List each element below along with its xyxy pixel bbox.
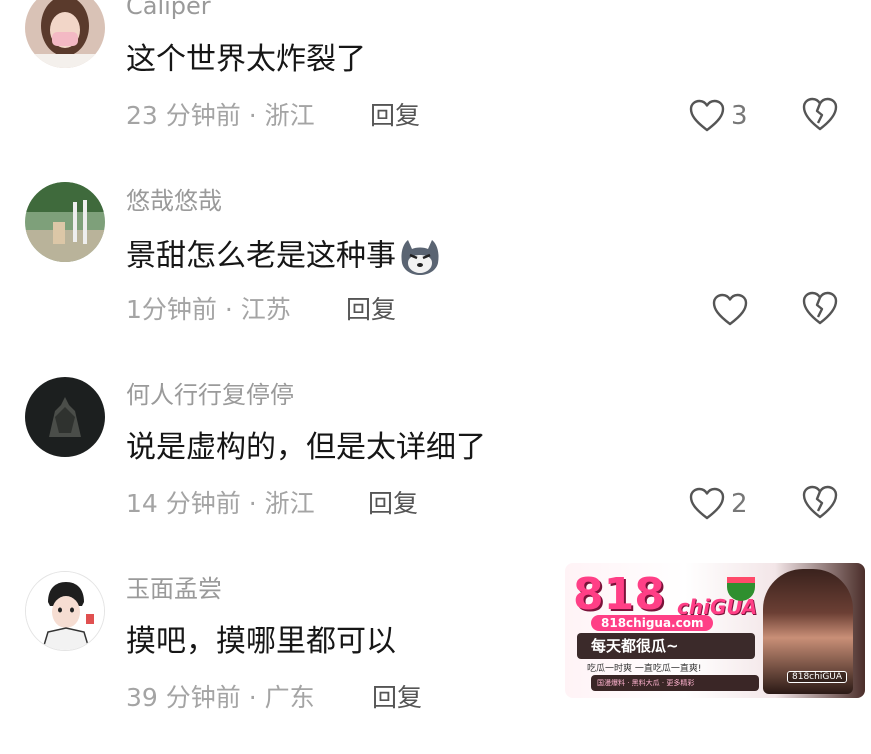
ad-url: 818chigua.com — [591, 615, 714, 631]
like-button[interactable] — [712, 290, 754, 330]
avatar[interactable] — [25, 571, 105, 651]
broken-heart-icon — [802, 97, 838, 131]
like-button[interactable]: 3 — [689, 96, 748, 136]
comment-meta: 1分钟前 · 江苏 — [126, 295, 291, 324]
dislike-button[interactable] — [801, 484, 841, 524]
username[interactable]: 悠哉悠哉 — [126, 189, 222, 213]
avatar[interactable] — [25, 0, 105, 68]
like-count: 3 — [731, 101, 748, 131]
comment-meta: 23 分钟前 · 浙江 — [126, 101, 315, 130]
ad-banner[interactable]: 818 chiGUA 818chigua.com 每天都很瓜~ 吃瓜一时爽 一直… — [565, 563, 865, 698]
ad-subline: 吃瓜一时爽 一直吃瓜一直爽! — [587, 664, 702, 674]
comment-text: 摸吧，摸哪里都可以 — [126, 624, 396, 659]
reply-button[interactable]: 回复 — [372, 685, 422, 710]
like-count: 2 — [731, 489, 748, 519]
heart-icon — [689, 487, 725, 520]
like-button[interactable]: 2 — [689, 484, 748, 524]
heart-icon — [712, 293, 748, 326]
reply-button[interactable]: 回复 — [346, 297, 396, 322]
comment-text: 这个世界太炸裂了 — [126, 42, 366, 77]
comment-meta: 39 分钟前 · 广东 — [126, 683, 315, 712]
broken-heart-icon — [802, 485, 838, 519]
avatar[interactable] — [25, 377, 105, 457]
comment-text-body: 景甜怎么老是这种事 — [126, 238, 396, 274]
comment-meta: 14 分钟前 · 浙江 — [126, 489, 315, 518]
reply-button[interactable]: 回复 — [370, 103, 420, 128]
username[interactable]: 玉面孟尝 — [126, 577, 222, 601]
username[interactable]: Caliper — [126, 0, 211, 18]
ad-slogan: 每天都很瓜~ — [577, 633, 755, 659]
ad-bottom-bar: 国漫爆料 · 黑料大瓜 · 更多精彩 — [591, 675, 759, 691]
broken-heart-icon — [802, 291, 838, 325]
reply-button[interactable]: 回复 — [368, 491, 418, 516]
comment-text: 说是虚构的，但是太详细了 — [126, 430, 486, 465]
ad-logo: 818 — [573, 569, 665, 620]
ad-tag: 818chiGUA — [787, 671, 848, 683]
comment-text: 景甜怎么老是这种事 — [126, 237, 442, 277]
dislike-button[interactable] — [801, 290, 841, 330]
avatar[interactable] — [25, 182, 105, 262]
username[interactable]: 何人行行复停停 — [126, 383, 294, 407]
husky-emoji-icon — [401, 240, 439, 275]
dislike-button[interactable] — [801, 96, 841, 136]
heart-icon — [689, 99, 725, 132]
